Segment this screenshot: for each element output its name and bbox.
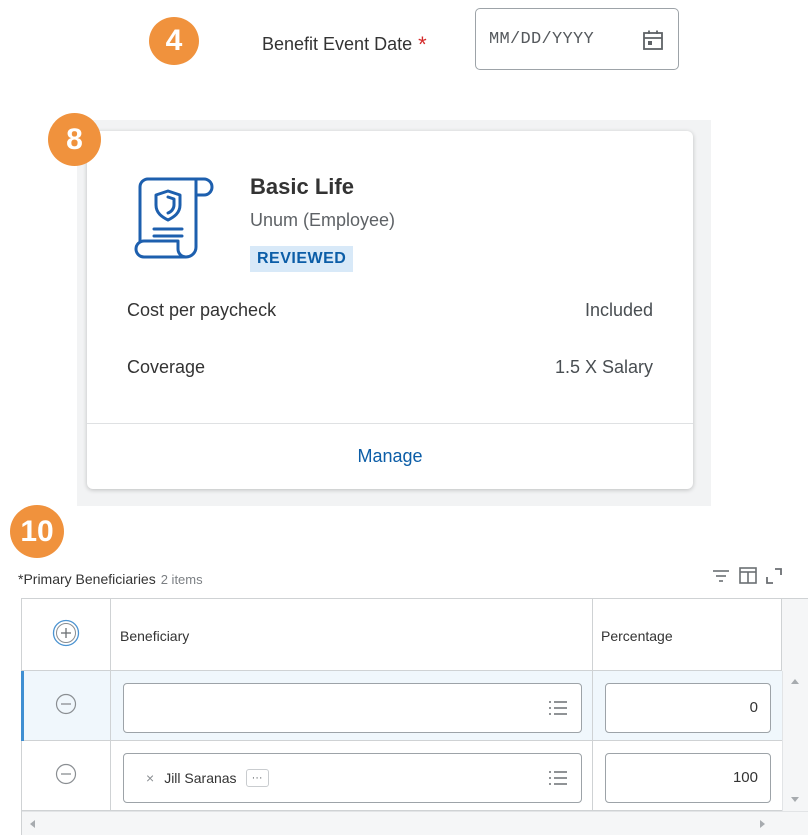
grid-header-action-cell — [22, 599, 111, 671]
status-badge: REVIEWED — [250, 246, 354, 272]
grid-header-percentage: Percentage — [593, 599, 782, 671]
table-row: × Jill Saranas ··· 100 — [22, 741, 782, 811]
calendar-icon[interactable] — [642, 29, 664, 51]
coverage-value: 1.5 X Salary — [554, 357, 653, 377]
remove-row-icon[interactable] — [55, 763, 77, 785]
step-badge-4: 4 — [149, 17, 199, 65]
scroll-up-icon[interactable] — [791, 679, 799, 684]
benefit-event-date-label-text: Benefit Event Date — [262, 34, 413, 54]
fullscreen-icon[interactable] — [766, 567, 782, 584]
beneficiary-prompt-input[interactable]: × Jill Saranas ··· — [123, 753, 582, 803]
required-marker: * — [418, 32, 427, 57]
grid-title-text: *Primary Beneficiaries — [18, 571, 156, 587]
grid-item-count: 2 items — [160, 572, 203, 587]
coverage-label: Coverage — [127, 357, 206, 377]
add-row-icon[interactable] — [52, 619, 80, 647]
beneficiary-column-header: Beneficiary — [120, 628, 190, 644]
prompt-list-icon[interactable] — [548, 769, 568, 787]
percentage-cell: 0 — [593, 671, 782, 741]
cost-per-paycheck-label: Cost per paycheck — [127, 300, 277, 320]
basic-life-plan-card: Basic Life Unum (Employee) REVIEWED Cost… — [87, 131, 693, 489]
percentage-cell: 100 — [593, 741, 782, 811]
row-action-cell — [22, 671, 111, 741]
benefit-event-date-input[interactable]: MM/DD/YYYY — [475, 8, 679, 70]
remove-row-icon[interactable] — [55, 693, 77, 715]
vertical-scrollbar[interactable] — [782, 671, 808, 811]
plan-carrier: Unum (Employee) — [250, 210, 396, 230]
coverage-row: Coverage 1.5 X Salary — [127, 357, 653, 378]
percentage-input[interactable]: 0 — [605, 683, 771, 733]
table-row: 0 — [21, 671, 782, 741]
beneficiary-value: Jill Saranas — [164, 770, 237, 786]
horizontal-scrollbar[interactable] — [22, 811, 808, 835]
beneficiary-pill: × Jill Saranas ··· — [146, 767, 269, 789]
policy-scroll-shield-icon — [134, 177, 214, 259]
pill-more-button[interactable]: ··· — [245, 769, 269, 787]
scroll-left-icon[interactable] — [30, 820, 35, 828]
grid-header-beneficiary: Beneficiary — [111, 599, 593, 671]
manage-button[interactable]: Manage — [87, 446, 693, 467]
percentage-input[interactable]: 100 — [605, 753, 771, 803]
primary-beneficiaries-grid: Beneficiary Percentage 0 × Jill Saranas … — [21, 598, 808, 835]
scroll-right-icon[interactable] — [760, 820, 765, 828]
plan-name: Basic Life — [250, 174, 354, 199]
remove-pill-icon[interactable]: × — [146, 770, 154, 786]
card-divider — [87, 423, 693, 424]
beneficiary-prompt-input[interactable] — [123, 683, 582, 733]
scroll-down-icon[interactable] — [791, 797, 799, 802]
prompt-list-icon[interactable] — [548, 699, 568, 717]
cost-per-paycheck-row: Cost per paycheck Included — [127, 300, 653, 321]
cost-per-paycheck-value: Included — [584, 300, 653, 320]
grid-toolbar — [712, 567, 782, 584]
benefit-event-date-label: Benefit Event Date * — [262, 30, 427, 57]
step-badge-8: 8 — [48, 113, 101, 166]
filter-icon[interactable] — [712, 568, 730, 584]
grid-title: *Primary Beneficiaries 2 items — [18, 571, 203, 587]
date-placeholder: MM/DD/YYYY — [489, 29, 595, 49]
row-action-cell — [22, 741, 111, 811]
grid-header-row: Beneficiary Percentage — [22, 599, 808, 671]
step-badge-10: 10 — [10, 505, 64, 558]
beneficiary-cell — [111, 671, 593, 741]
percentage-column-header: Percentage — [601, 628, 673, 644]
beneficiary-cell: × Jill Saranas ··· — [111, 741, 593, 811]
grid-header-scroll-spacer — [782, 599, 808, 671]
columns-icon[interactable] — [739, 567, 757, 584]
